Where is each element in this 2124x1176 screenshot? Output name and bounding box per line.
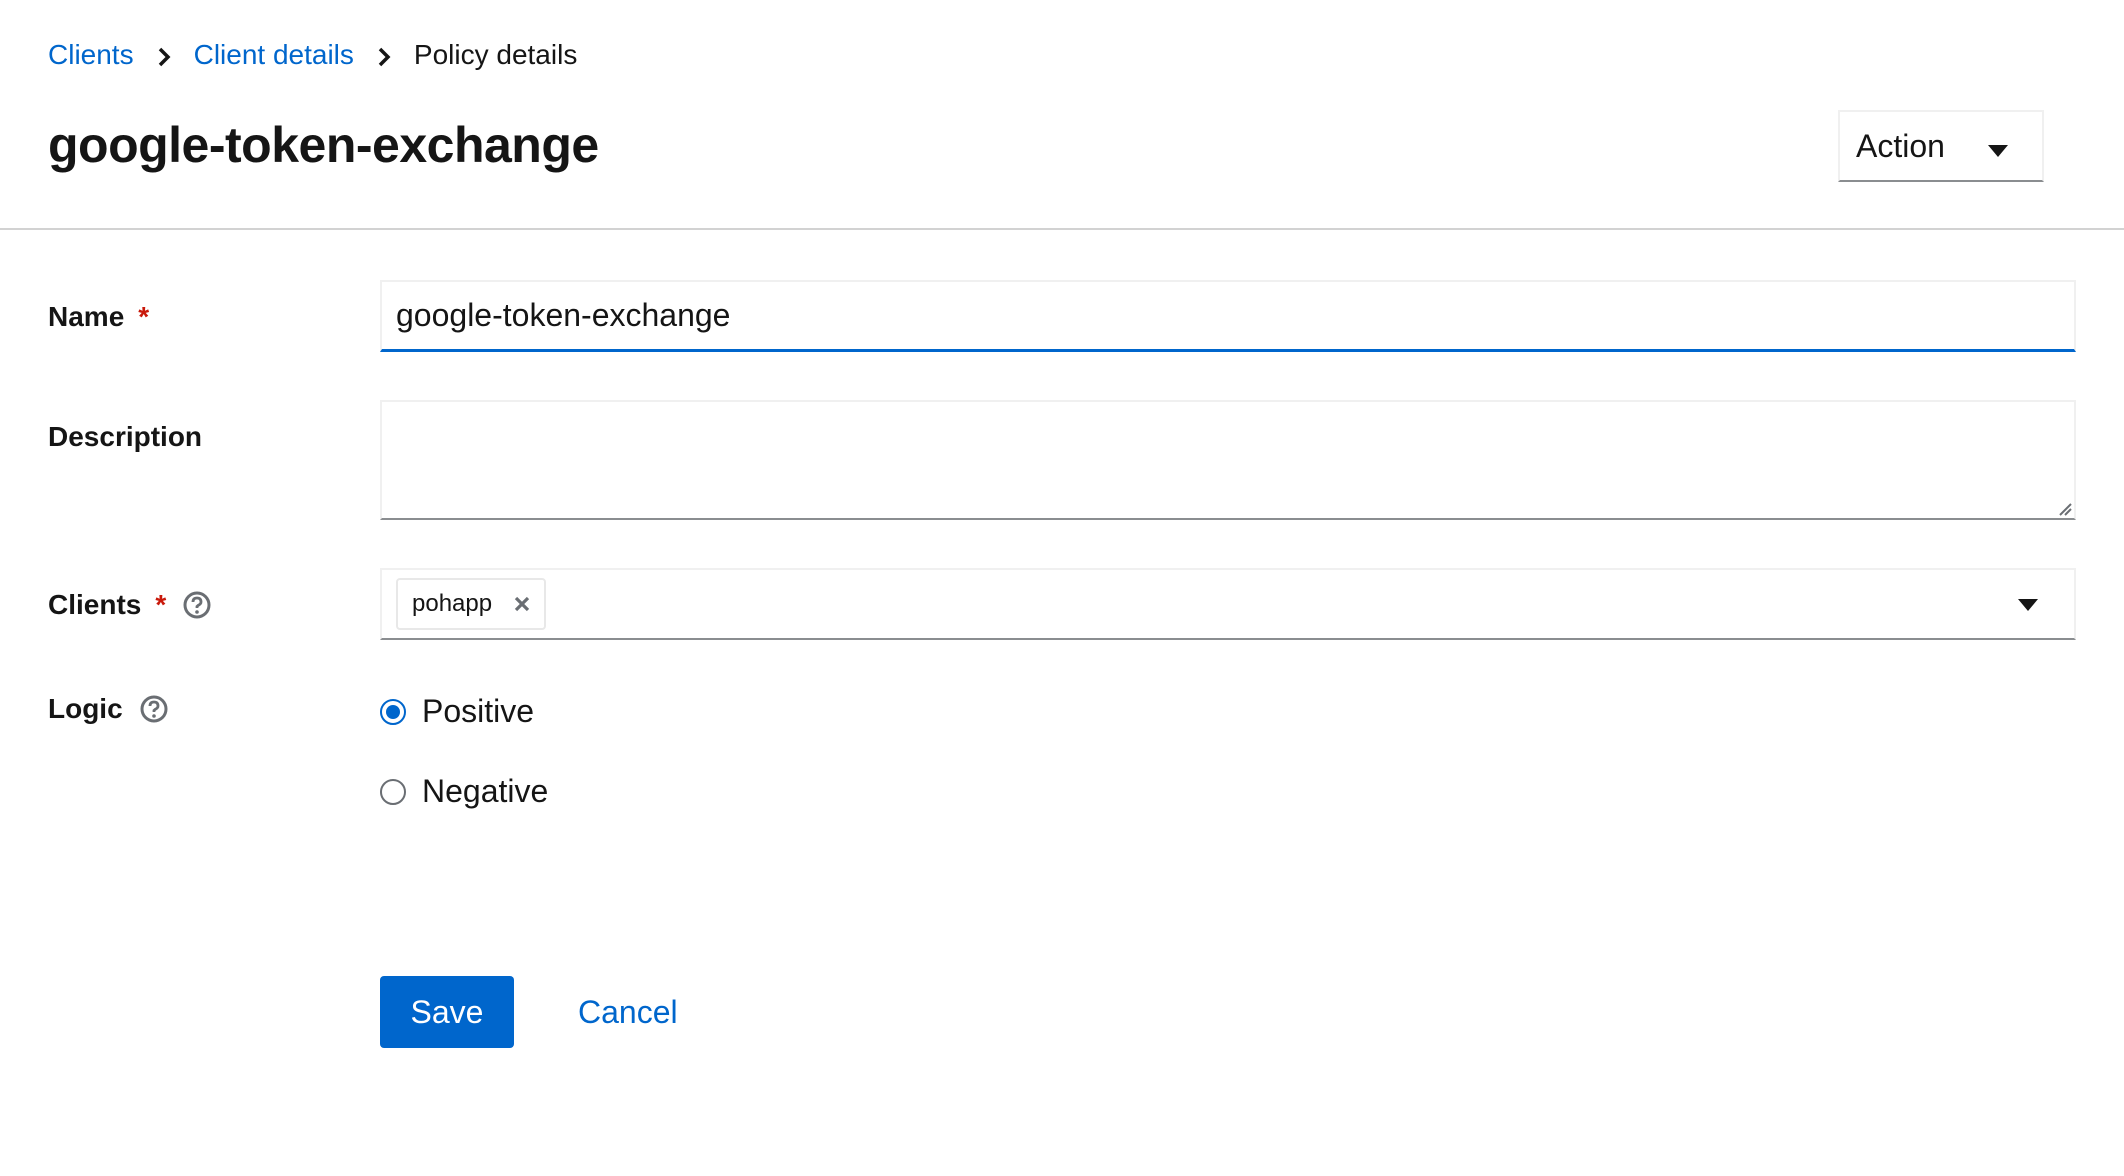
caret-down-icon xyxy=(1988,128,2008,165)
required-indicator: * xyxy=(138,301,150,332)
logic-negative-radio[interactable]: Negative xyxy=(380,773,548,810)
clients-label: Clients * xyxy=(48,586,212,624)
help-icon[interactable] xyxy=(139,694,169,724)
breadcrumb-client-details-link[interactable]: Client details xyxy=(194,36,354,74)
description-textarea[interactable] xyxy=(380,400,2076,520)
description-label-text: Description xyxy=(48,421,203,452)
policy-details-page: Clients Client details Policy details go… xyxy=(0,0,2124,1176)
breadcrumb-current: Policy details xyxy=(413,39,578,70)
resize-handle-icon[interactable] xyxy=(2058,502,2072,521)
page-title: google-token-exchange xyxy=(48,117,599,173)
chevron-right-icon xyxy=(354,36,414,74)
logic-negative-label: Negative xyxy=(422,773,549,809)
clients-typeahead[interactable]: pohapp xyxy=(380,568,2076,640)
description-label: Description xyxy=(48,418,202,456)
logic-label-text: Logic xyxy=(48,693,123,724)
page-header: Clients Client details Policy details go… xyxy=(0,0,2124,230)
help-icon[interactable] xyxy=(182,590,212,620)
logic-positive-label: Positive xyxy=(422,693,535,729)
client-chip-label: pohapp xyxy=(412,590,493,617)
chevron-right-icon xyxy=(134,36,194,74)
logic-label: Logic xyxy=(48,690,169,728)
caret-down-icon[interactable] xyxy=(2018,598,2038,616)
name-label-text: Name xyxy=(48,301,125,332)
breadcrumb-clients-link[interactable]: Clients xyxy=(48,36,134,74)
radio-button[interactable] xyxy=(380,778,406,805)
action-dropdown[interactable]: Action xyxy=(1838,110,2044,182)
radio-button-checked[interactable] xyxy=(380,698,406,725)
client-chip: pohapp xyxy=(396,578,547,630)
breadcrumb: Clients Client details Policy details xyxy=(48,36,577,74)
action-dropdown-label: Action xyxy=(1856,127,1945,164)
save-button[interactable]: Save xyxy=(380,976,514,1048)
cancel-button[interactable]: Cancel xyxy=(560,976,696,1048)
logic-positive-radio[interactable]: Positive xyxy=(380,693,534,730)
name-label: Name * xyxy=(48,298,149,336)
clients-label-text: Clients xyxy=(48,589,142,620)
name-input[interactable] xyxy=(380,280,2076,352)
required-indicator: * xyxy=(155,589,167,620)
close-icon[interactable] xyxy=(514,596,530,612)
